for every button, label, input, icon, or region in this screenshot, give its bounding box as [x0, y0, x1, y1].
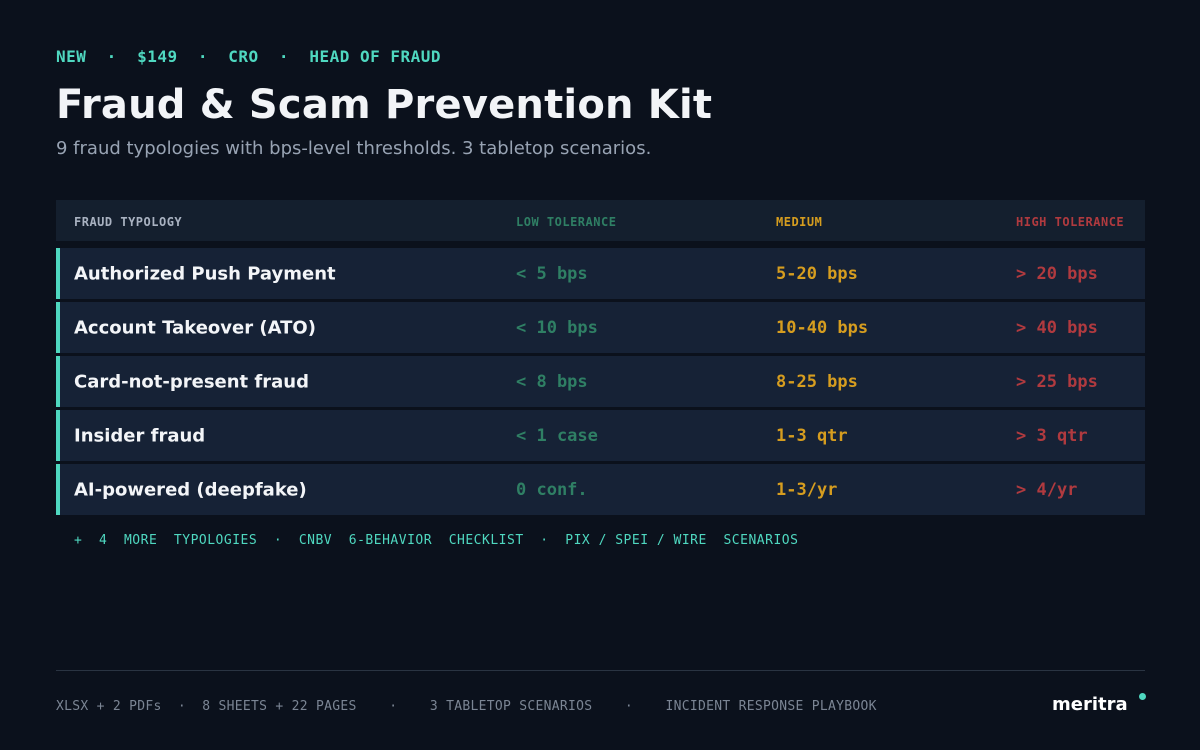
column-header-medium: MEDIUM	[776, 215, 823, 229]
page-subtitle: 9 fraud typologies with bps-level thresh…	[56, 138, 652, 159]
eyebrow-tags: NEW · $149 · CRO · HEAD OF FRAUD	[56, 47, 442, 66]
column-header-low: LOW TOLERANCE	[516, 215, 617, 229]
high-threshold: > 3 qtr	[1016, 425, 1088, 446]
table-row: Authorized Push Payment < 5 bps 5-20 bps…	[56, 248, 1145, 299]
typology-name: AI-powered (deepfake)	[74, 479, 307, 500]
medium-threshold: 8-25 bps	[776, 371, 858, 392]
table-row: Card-not-present fraud < 8 bps 8-25 bps …	[56, 356, 1145, 407]
high-threshold: > 40 bps	[1016, 317, 1098, 338]
typology-name: Authorized Push Payment	[74, 263, 336, 284]
high-threshold: > 25 bps	[1016, 371, 1098, 392]
table-header: FRAUD TYPOLOGY LOW TOLERANCE MEDIUM HIGH…	[56, 200, 1145, 241]
medium-threshold: 1-3 qtr	[776, 425, 848, 446]
typology-name: Card-not-present fraud	[74, 371, 309, 392]
high-threshold: > 20 bps	[1016, 263, 1098, 284]
page-title: Fraud & Scam Prevention Kit	[56, 82, 713, 128]
low-threshold: < 10 bps	[516, 317, 598, 338]
brand-logo: meritra	[1052, 694, 1128, 715]
typology-name: Insider fraud	[74, 425, 206, 446]
high-threshold: > 4/yr	[1016, 479, 1078, 500]
low-threshold: < 8 bps	[516, 371, 588, 392]
column-header-high: HIGH TOLERANCE	[1016, 215, 1125, 229]
product-card: NEW · $149 · CRO · HEAD OF FRAUD Fraud &…	[0, 0, 1200, 750]
low-threshold: < 1 case	[516, 425, 598, 446]
more-typologies-note: + 4 MORE TYPOLOGIES · CNBV 6-BEHAVIOR CH…	[74, 533, 799, 548]
brand-dot-icon	[1139, 693, 1146, 700]
footer-meta: XLSX + 2 PDFs · 8 SHEETS + 22 PAGES · 3 …	[56, 699, 877, 714]
column-header-typology: FRAUD TYPOLOGY	[74, 215, 183, 229]
footer-divider	[56, 670, 1145, 671]
medium-threshold: 5-20 bps	[776, 263, 858, 284]
low-threshold: 0 conf.	[516, 479, 588, 500]
medium-threshold: 1-3/yr	[776, 479, 838, 500]
medium-threshold: 10-40 bps	[776, 317, 869, 338]
table-row: AI-powered (deepfake) 0 conf. 1-3/yr > 4…	[56, 464, 1145, 515]
table-row: Account Takeover (ATO) < 10 bps 10-40 bp…	[56, 302, 1145, 353]
typology-name: Account Takeover (ATO)	[74, 317, 316, 338]
table-row: Insider fraud < 1 case 1-3 qtr > 3 qtr	[56, 410, 1145, 461]
low-threshold: < 5 bps	[516, 263, 588, 284]
